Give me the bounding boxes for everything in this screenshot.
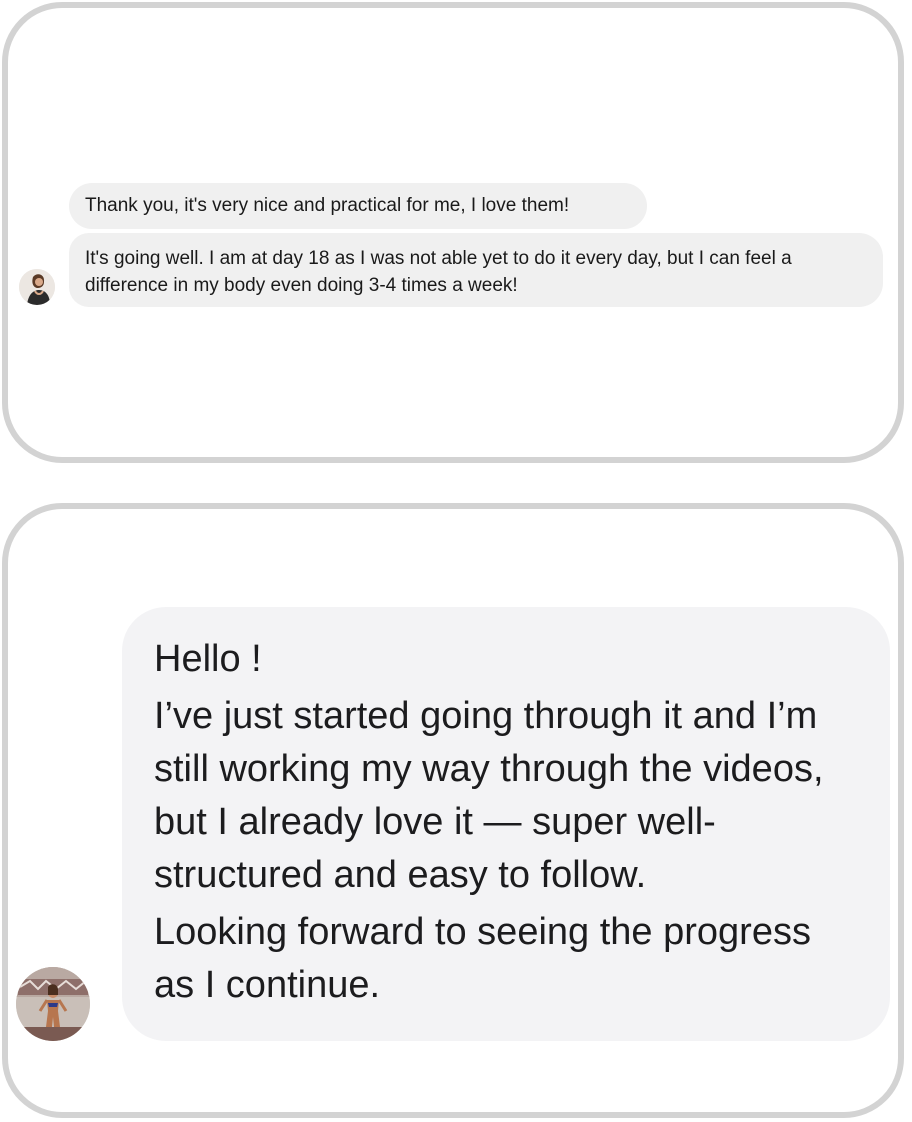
message-line: I’ve just started going through it and I… <box>154 695 824 896</box>
avatar <box>19 269 55 305</box>
message-bubble: It's going well. I am at day 18 as I was… <box>69 233 883 307</box>
message-bubble: Hello ! I’ve just started going through … <box>122 607 890 1041</box>
testimonial-card-2: Hello ! I’ve just started going through … <box>2 503 904 1118</box>
message-text: It's going well. I am at day 18 as I was… <box>85 248 792 296</box>
testimonial-card-1: Thank you, it's very nice and practical … <box>2 2 904 463</box>
message-bubble: Thank you, it's very nice and practical … <box>69 183 647 229</box>
message-line: Looking forward to seeing the progress a… <box>154 911 811 1006</box>
user-avatar-icon <box>16 967 90 1041</box>
user-avatar-icon <box>19 269 55 305</box>
message-line: Hello ! <box>154 638 262 680</box>
avatar <box>16 967 90 1041</box>
message-text: Thank you, it's very nice and practical … <box>85 195 570 216</box>
